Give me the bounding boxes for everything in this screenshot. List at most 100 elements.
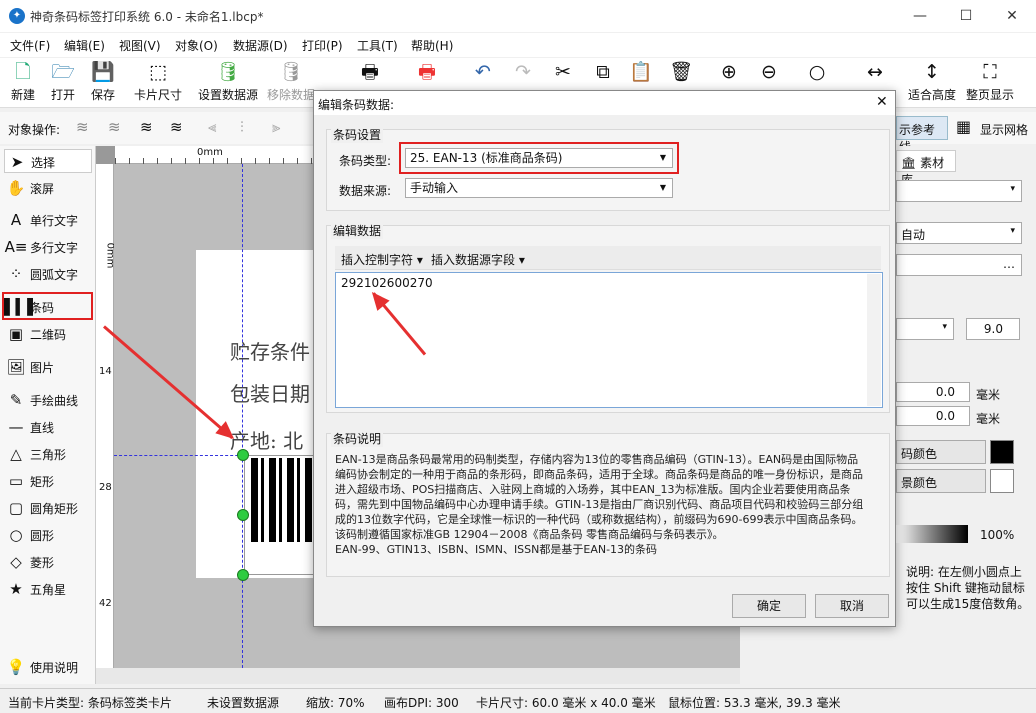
- remove-datasource-button[interactable]: 🛢 移除数据: [266, 60, 316, 103]
- print-button[interactable]: 🖶: [412, 60, 442, 86]
- align-right-icon[interactable]: ⫸: [272, 118, 280, 136]
- bar-color-swatch[interactable]: [990, 440, 1014, 464]
- bg-color-button[interactable]: 景颜色: [896, 469, 986, 493]
- fit-width-button[interactable]: ↔: [860, 60, 890, 86]
- open-button[interactable]: 🗁 打开: [48, 60, 78, 103]
- menu-datasource[interactable]: 数据源(D): [233, 37, 288, 54]
- barcode-data-value: 292102600270: [341, 276, 433, 290]
- insert-datasource-field-menu[interactable]: 插入数据源字段 ▾: [431, 251, 525, 268]
- bar-color-button[interactable]: 码颜色: [896, 440, 986, 464]
- menu-edit[interactable]: 编辑(E): [64, 37, 105, 54]
- fit-height-button[interactable]: ↕ 适合高度: [906, 60, 958, 103]
- textarea-scrollbar[interactable]: [867, 274, 881, 406]
- delete-button[interactable]: 🗑: [666, 60, 696, 86]
- tool-image[interactable]: 🖼 图片: [4, 355, 92, 379]
- card-size-button[interactable]: ⬚ 卡片尺寸: [132, 60, 184, 103]
- barcode-bars: [251, 458, 315, 542]
- print-preview-button[interactable]: 🖶: [355, 60, 385, 86]
- undo-button[interactable]: ↶: [468, 60, 498, 86]
- new-button[interactable]: 🗋 新建: [8, 60, 38, 103]
- tool-circle[interactable]: ○ 圆形: [4, 523, 92, 547]
- x-offset-input[interactable]: 0.0: [896, 382, 970, 402]
- set-datasource-button[interactable]: 🛢 设置数据源: [196, 60, 260, 103]
- align-left-icon[interactable]: ⫷: [208, 118, 216, 136]
- dialog-title: 编辑条码数据:: [318, 98, 395, 112]
- maximize-button[interactable]: ☐: [943, 0, 989, 32]
- layer-top-icon[interactable]: ≋: [140, 118, 153, 136]
- browse-field[interactable]: …: [896, 254, 1022, 276]
- full-page-icon: ⛶: [983, 61, 997, 83]
- layer-bottom-icon[interactable]: ≋: [170, 118, 183, 136]
- open-file-icon: 🗁: [51, 61, 75, 83]
- title-bar: ✦ 神奇条码标签打印系统 6.0 - 未命名1.lbcp* — ☐ ✕: [0, 0, 1036, 32]
- tool-select[interactable]: ➤ 选择: [4, 149, 92, 173]
- resize-handle[interactable]: [237, 569, 249, 581]
- database-remove-icon: 🛢: [279, 61, 304, 83]
- insert-control-char-menu[interactable]: 插入控制字符 ▾: [341, 251, 423, 268]
- hand-icon: ✋: [6, 179, 26, 197]
- layer-up-icon[interactable]: ≋: [76, 118, 89, 136]
- bg-color-swatch[interactable]: [990, 469, 1014, 493]
- menu-tools[interactable]: 工具(T): [357, 37, 398, 54]
- y-offset-input[interactable]: 0.0: [896, 406, 970, 426]
- font-style-select[interactable]: ▾: [896, 318, 954, 340]
- label-text-pack-date[interactable]: 包装日期: [230, 378, 310, 407]
- zoom-out-button[interactable]: ⊖: [754, 60, 784, 86]
- tool-qrcode[interactable]: ▣ 二维码: [4, 322, 92, 346]
- zoom-reset-button[interactable]: ○: [802, 60, 832, 86]
- line-icon: —: [8, 418, 24, 436]
- resize-handle[interactable]: [237, 449, 249, 461]
- show-ref-line-toggle[interactable]: 示参考线: [896, 116, 948, 154]
- font-size-input[interactable]: 9.0: [966, 318, 1020, 340]
- tab-material[interactable]: 🏛 素材库: [896, 150, 956, 187]
- menu-file[interactable]: 文件(F): [10, 37, 50, 54]
- resize-handle[interactable]: [237, 509, 249, 521]
- paste-button[interactable]: 📋: [626, 60, 656, 86]
- tool-star[interactable]: ★ 五角星: [4, 577, 92, 601]
- menu-help[interactable]: 帮助(H): [411, 37, 453, 54]
- tool-rounded-rect[interactable]: ▢ 圆角矩形: [4, 496, 92, 520]
- menu-object[interactable]: 对象(O): [175, 37, 218, 54]
- align-center-icon[interactable]: ⫶: [240, 118, 244, 136]
- tool-diamond[interactable]: ◇ 菱形: [4, 550, 92, 574]
- cut-button[interactable]: ✂: [548, 60, 578, 86]
- menu-print[interactable]: 打印(P): [302, 37, 343, 54]
- ok-button[interactable]: 确定: [732, 594, 806, 618]
- dialog-close-icon[interactable]: ✕: [876, 94, 888, 110]
- auto-select[interactable]: 自动 ▾: [896, 222, 1022, 244]
- minimize-button[interactable]: —: [897, 0, 943, 32]
- redo-button[interactable]: ↷: [508, 60, 538, 86]
- opacity-slider[interactable]: [896, 525, 968, 543]
- save-icon: 💾: [91, 61, 115, 83]
- menu-view[interactable]: 视图(V): [119, 37, 161, 54]
- barcode-data-textarea[interactable]: 292102600270: [335, 272, 883, 408]
- cancel-button[interactable]: 取消: [815, 594, 889, 618]
- data-source-select[interactable]: 手动输入 ▼: [405, 178, 673, 198]
- full-page-button[interactable]: ⛶ 整页显示: [964, 60, 1016, 103]
- tool-triangle[interactable]: △ 三角形: [4, 442, 92, 466]
- barcode-object[interactable]: [244, 455, 316, 575]
- tool-rectangle[interactable]: ▭ 矩形: [4, 469, 92, 493]
- save-button[interactable]: 💾 保存: [88, 60, 118, 103]
- zoom-in-button[interactable]: ⊕: [714, 60, 744, 86]
- layer-down-icon[interactable]: ≋: [108, 118, 121, 136]
- tool-scroll[interactable]: ✋ 滚屏: [4, 176, 92, 200]
- tool-line[interactable]: — 直线: [4, 415, 92, 439]
- new-file-icon: 🗋: [15, 61, 31, 83]
- horizontal-scrollbar[interactable]: [96, 668, 740, 684]
- font-select[interactable]: ▾: [896, 180, 1022, 202]
- close-window-button[interactable]: ✕: [989, 0, 1035, 32]
- tool-arc-text[interactable]: ⁘ 圆弧文字: [4, 262, 92, 286]
- help-button[interactable]: 💡 使用说明: [4, 655, 92, 679]
- copy-icon: ⧉: [596, 61, 610, 83]
- type-label: 条码类型:: [339, 154, 392, 168]
- tool-freehand[interactable]: ✎ 手绘曲线: [4, 388, 92, 412]
- show-grid-toggle[interactable]: 显示网格: [980, 121, 1028, 138]
- copy-button[interactable]: ⧉: [588, 60, 618, 86]
- tool-multi-text[interactable]: A≡ 多行文字: [4, 235, 92, 259]
- circle-icon: ○: [9, 526, 23, 544]
- description-scrollbar[interactable]: [873, 450, 887, 572]
- triangle-icon: △: [10, 445, 22, 463]
- label-text-storage[interactable]: 贮存条件: [230, 336, 310, 365]
- tool-single-text[interactable]: A 单行文字: [4, 208, 92, 232]
